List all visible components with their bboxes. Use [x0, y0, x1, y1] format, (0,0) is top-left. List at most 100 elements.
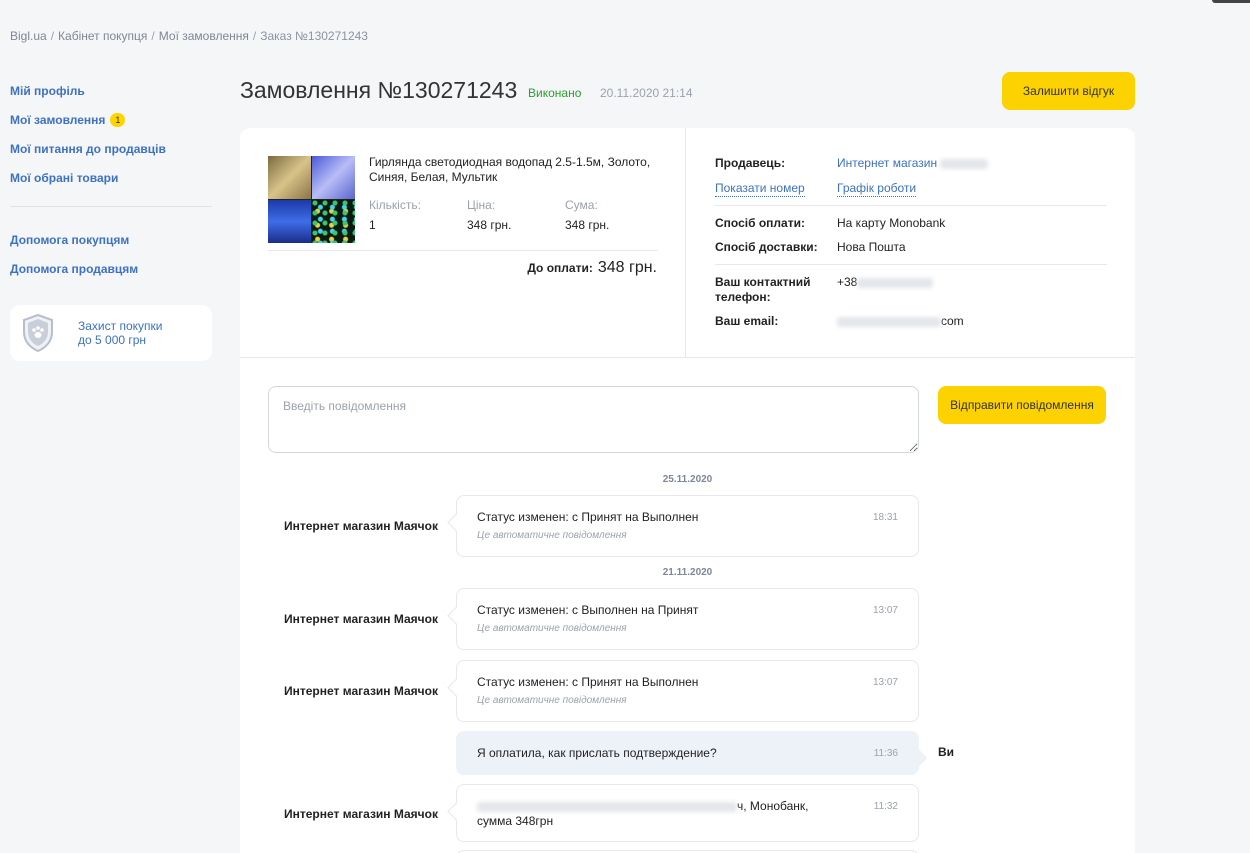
- order-items-panel: Гирлянда светодиодная водопад 2.5-1.5м, …: [240, 128, 686, 357]
- protection-line-2: до 5 000 грн: [78, 333, 147, 347]
- auto-message-note: Це автоматичне повідомлення: [477, 623, 627, 634]
- sidebar-item-label: Мої замовлення: [10, 112, 106, 127]
- orders-count-badge: 1: [110, 112, 126, 127]
- message-time: 18:31: [872, 512, 898, 523]
- leave-review-button[interactable]: Залишити відгук: [1002, 72, 1135, 110]
- message-text: ч, Монобанк, сумма 348грн: [477, 799, 898, 829]
- message-time: 13:07: [872, 677, 898, 688]
- delivery-label: Спосіб доставки:: [715, 240, 818, 254]
- price-label: Ціна:: [467, 198, 496, 212]
- message-time: 11:32: [873, 801, 898, 812]
- breadcrumb-my-orders[interactable]: Мої замовлення: [159, 29, 249, 43]
- chat-message: Статус изменен: с Принят на Выполнен Це …: [456, 495, 919, 557]
- message-sender: Интернет магазин Маячок: [284, 612, 438, 626]
- message-sender: Интернет магазин Маячок: [284, 807, 438, 821]
- message-sender: Интернет магазин Маячок: [284, 519, 438, 533]
- message-text: Статус изменен: с Принят на Выполнен: [477, 675, 699, 689]
- phone-label: Ваш контактний телефон:: [715, 275, 811, 304]
- divider: [715, 264, 1107, 265]
- show-number-link[interactable]: Показати номер: [715, 181, 805, 197]
- sidebar-item-label: Мій профіль: [10, 83, 85, 98]
- to-pay-amount: 348 грн.: [597, 259, 657, 276]
- sidebar-item-my-profile[interactable]: Мій профіль: [10, 76, 212, 105]
- schedule-link[interactable]: Графік роботи: [837, 181, 917, 197]
- redacted-text: [477, 801, 737, 812]
- divider: [715, 205, 1107, 206]
- chat-date-separator: 21.11.2020: [662, 567, 713, 578]
- chat-date-separator: 25.11.2020: [662, 474, 713, 485]
- page-title: Замовлення №130271243: [240, 77, 518, 103]
- total-to-pay: До оплати: 348 грн.: [527, 259, 657, 277]
- shield-icon: [23, 314, 53, 352]
- order-header: Замовлення №130271243 Виконано 20.11.202…: [240, 72, 1135, 110]
- price-value: 348 грн.: [467, 218, 512, 232]
- purchase-protection-card[interactable]: Захист покупки до 5 000 грн: [10, 305, 212, 361]
- breadcrumb-buyer-cabinet[interactable]: Кабінет покупця: [58, 29, 147, 43]
- payment-label: Спосіб оплати:: [715, 216, 805, 230]
- sidebar-item-my-questions[interactable]: Мої питання до продавців: [10, 134, 212, 163]
- send-message-button[interactable]: Відправити повідомлення: [938, 386, 1106, 424]
- product-image-quadrant: [268, 200, 311, 243]
- delivery-value: Нова Пошта: [837, 240, 906, 254]
- breadcrumb-current: Заказ №130271243: [260, 29, 368, 43]
- email-value: com: [837, 314, 964, 328]
- redacted-text: [837, 316, 941, 327]
- message-time: 11:36: [873, 748, 898, 759]
- seller-link[interactable]: Интернет магазин: [837, 156, 989, 170]
- redacted-text: [857, 277, 934, 288]
- email-suffix: com: [941, 314, 964, 328]
- sidebar: Мій профіль Мої замовлення 1 Мої питання …: [10, 76, 212, 361]
- product-image[interactable]: [268, 156, 355, 243]
- sidebar-item-seller-help[interactable]: Допомога продавцям: [10, 254, 212, 283]
- divider: [268, 250, 658, 251]
- breadcrumb-separator: /: [151, 29, 155, 43]
- auto-message-note: Це автоматичне повідомлення: [477, 695, 627, 706]
- sum-value: 348 грн.: [565, 218, 610, 232]
- breadcrumb-home[interactable]: Bigl.ua: [10, 29, 47, 43]
- order-info-panel: Продавець: Интернет магазин Показати ном…: [687, 128, 1135, 357]
- window-corner: [1212, 0, 1250, 3]
- sidebar-item-favorites[interactable]: Мої обрані товари: [10, 163, 212, 192]
- seller-label: Продавець:: [715, 156, 786, 170]
- sidebar-divider: [10, 206, 212, 207]
- chat-message: Статус изменен: с Выполнен на Принят Це …: [456, 588, 919, 650]
- redacted-text: [940, 158, 989, 169]
- to-pay-label: До оплати:: [527, 261, 593, 275]
- sidebar-item-label: Мої питання до продавців: [10, 141, 166, 156]
- chat-message-own: Я оплатила, как прислать подтверждение? …: [456, 731, 919, 775]
- sidebar-item-label: Допомога покупцям: [10, 232, 130, 247]
- order-date: 20.11.2020 21:14: [600, 86, 693, 100]
- sidebar-item-label: Мої обрані товари: [10, 170, 119, 185]
- quantity-value: 1: [369, 218, 376, 232]
- product-image-quadrant: [312, 200, 355, 243]
- order-card: Гирлянда светодиодная водопад 2.5-1.5м, …: [240, 128, 1135, 853]
- section-divider: [240, 357, 1135, 358]
- phone-value: +38: [837, 275, 934, 289]
- phone-prefix: +38: [837, 275, 858, 289]
- auto-message-note: Це автоматичне повідомлення: [477, 530, 627, 541]
- message-input[interactable]: [268, 386, 919, 453]
- message-text: Я оплатила, как прислать подтверждение?: [477, 746, 717, 760]
- protection-line-1: Захист покупки: [78, 319, 163, 333]
- breadcrumb: Bigl.ua / Кабінет покупця / Мої замовлен…: [10, 29, 368, 43]
- product-image-quadrant: [312, 156, 355, 199]
- sidebar-item-buyer-help[interactable]: Допомога покупцям: [10, 225, 212, 254]
- message-sender: Интернет магазин Маячок: [284, 684, 438, 698]
- quantity-label: Кількість:: [369, 198, 421, 212]
- email-label: Ваш email:: [715, 314, 779, 328]
- message-text: Статус изменен: с Принят на Выполнен: [477, 510, 699, 524]
- breadcrumb-separator: /: [50, 29, 55, 43]
- seller-name: Интернет магазин: [837, 156, 938, 170]
- product-name[interactable]: Гирлянда светодиодная водопад 2.5-1.5м, …: [369, 155, 669, 185]
- message-time: 13:07: [872, 605, 898, 616]
- chat-message: Статус изменен: с Принят на Выполнен Це …: [456, 660, 919, 722]
- status-badge: Виконано: [528, 86, 582, 100]
- sidebar-item-my-orders[interactable]: Мої замовлення 1: [10, 105, 212, 134]
- sidebar-item-label: Допомога продавцям: [10, 261, 139, 276]
- breadcrumb-separator: /: [252, 29, 257, 43]
- product-image-quadrant: [268, 156, 311, 199]
- chat-message: ч, Монобанк, сумма 348грн 11:32: [456, 784, 919, 842]
- payment-value: На карту Monobank: [837, 216, 946, 230]
- message-sender-me: Ви: [938, 745, 955, 759]
- message-text: Статус изменен: с Выполнен на Принят: [477, 603, 699, 617]
